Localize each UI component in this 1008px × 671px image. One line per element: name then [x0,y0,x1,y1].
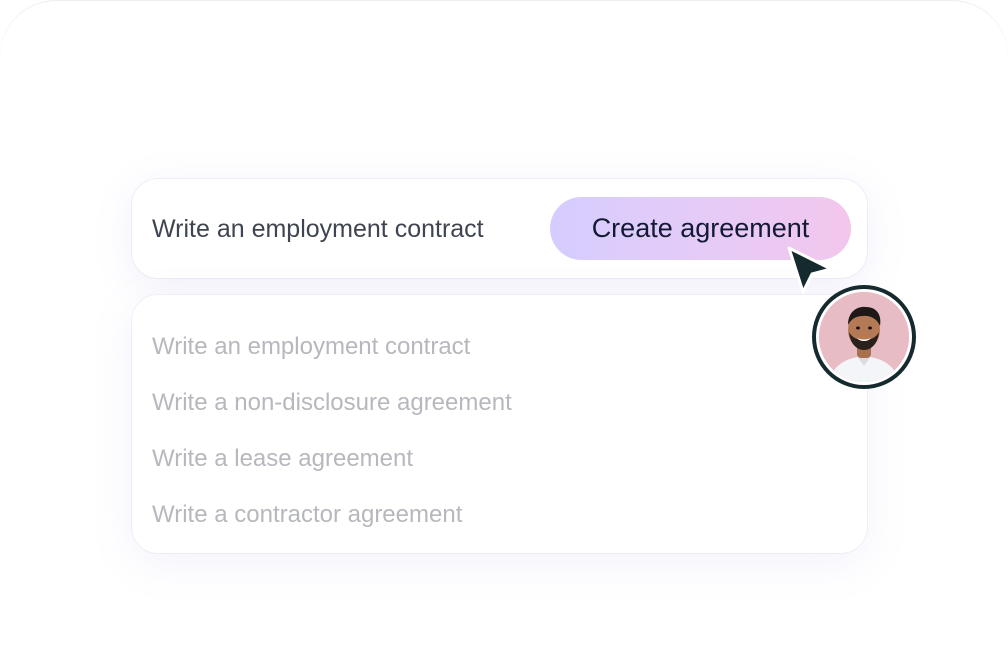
card-frame: Create agreement Write an employment con… [0,0,1008,671]
suggestion-item-lease-agreement[interactable]: Write a lease agreement [152,445,413,473]
user-avatar [812,285,916,389]
suggestion-item-employment-contract[interactable]: Write an employment contract [152,333,470,361]
suggestion-item-nda[interactable]: Write a non-disclosure agreement [152,389,512,417]
person-photo-icon [819,292,909,382]
suggestion-item-contractor-agreement[interactable]: Write a contractor agreement [152,501,462,529]
prompt-input[interactable] [152,209,542,249]
prompt-bar: Create agreement [132,179,867,278]
pointer-cursor-icon [787,246,833,294]
suggestion-list: Write an employment contract Write a non… [132,295,867,553]
